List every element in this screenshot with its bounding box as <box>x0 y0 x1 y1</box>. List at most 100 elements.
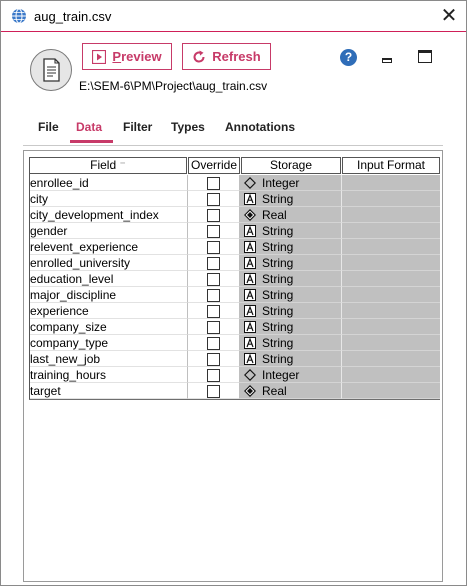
input-format-cell[interactable] <box>341 351 440 367</box>
override-cell <box>187 383 240 399</box>
override-checkbox[interactable] <box>207 241 220 254</box>
storage-cell[interactable]: String <box>240 223 341 239</box>
storage-cell[interactable]: String <box>240 239 341 255</box>
table-row[interactable]: target Real <box>29 383 440 399</box>
close-icon[interactable]: ✕ <box>437 4 461 28</box>
field-name-cell: relevent_experience <box>29 239 187 255</box>
input-format-cell[interactable] <box>341 255 440 271</box>
column-header-field[interactable]: Field ⁻ <box>29 157 187 174</box>
override-checkbox[interactable] <box>207 337 220 350</box>
storage-cell[interactable]: Real <box>240 383 341 399</box>
storage-cell[interactable]: String <box>240 271 341 287</box>
storage-type-label: String <box>262 320 294 334</box>
app-globe-icon <box>12 8 26 24</box>
column-header-storage[interactable]: Storage <box>241 157 341 174</box>
override-checkbox[interactable] <box>207 209 220 222</box>
table-bottom-border <box>29 399 440 400</box>
field-name-cell: city <box>29 191 187 207</box>
override-cell <box>187 271 240 287</box>
storage-cell[interactable]: String <box>240 287 341 303</box>
tab-filter[interactable]: Filter <box>123 119 152 143</box>
table-row[interactable]: training_hours Integer <box>29 367 440 383</box>
table-row[interactable]: experience String <box>29 303 440 319</box>
table-row[interactable]: education_level String <box>29 271 440 287</box>
override-checkbox[interactable] <box>207 225 220 238</box>
tab-file[interactable]: File <box>38 119 59 143</box>
override-checkbox[interactable] <box>207 177 220 190</box>
override-checkbox[interactable] <box>207 193 220 206</box>
integer-icon <box>244 177 256 189</box>
override-checkbox[interactable] <box>207 257 220 270</box>
field-name-cell: enrolled_university <box>29 255 187 271</box>
input-format-cell[interactable] <box>341 303 440 319</box>
minimize-icon[interactable] <box>382 58 392 63</box>
override-checkbox[interactable] <box>207 273 220 286</box>
integer-icon <box>244 369 256 381</box>
override-checkbox[interactable] <box>207 305 220 318</box>
input-format-cell[interactable] <box>341 287 440 303</box>
refresh-button[interactable]: Refresh <box>182 43 271 70</box>
table-row[interactable]: major_discipline String <box>29 287 440 303</box>
override-checkbox[interactable] <box>207 385 220 398</box>
tab-data[interactable]: Data <box>70 119 113 143</box>
field-name-cell: target <box>29 383 187 399</box>
input-format-cell[interactable] <box>341 175 440 191</box>
table-row[interactable]: company_type String <box>29 335 440 351</box>
field-name-cell: city_development_index <box>29 207 187 223</box>
override-checkbox[interactable] <box>207 369 220 382</box>
override-cell <box>187 319 240 335</box>
input-format-cell[interactable] <box>341 367 440 383</box>
table-row[interactable]: enrolled_university String <box>29 255 440 271</box>
input-format-cell[interactable] <box>341 223 440 239</box>
table-row[interactable]: city String <box>29 191 440 207</box>
string-icon <box>244 225 256 237</box>
column-header-override[interactable]: Override <box>188 157 240 174</box>
storage-type-label: Integer <box>262 368 300 382</box>
input-format-cell[interactable] <box>341 239 440 255</box>
override-checkbox[interactable] <box>207 353 220 366</box>
input-format-cell[interactable] <box>341 191 440 207</box>
storage-type-label: Integer <box>262 176 300 190</box>
maximize-icon[interactable] <box>418 50 432 63</box>
field-name-cell: training_hours <box>29 367 187 383</box>
storage-cell[interactable]: String <box>240 351 341 367</box>
override-checkbox[interactable] <box>207 321 220 334</box>
table-row[interactable]: gender String <box>29 223 440 239</box>
tab-annotations[interactable]: Annotations <box>225 119 295 143</box>
table-row[interactable]: city_development_index Real <box>29 207 440 223</box>
preview-button[interactable]: Preview <box>82 43 172 70</box>
storage-type-label: String <box>262 336 294 350</box>
storage-cell[interactable]: Integer <box>240 367 341 383</box>
storage-type-label: String <box>262 256 294 270</box>
table-row[interactable]: enrollee_id Integer <box>29 175 440 191</box>
override-cell <box>187 239 240 255</box>
override-checkbox[interactable] <box>207 289 220 302</box>
tab-types[interactable]: Types <box>171 119 205 143</box>
refresh-label: Refresh <box>212 49 261 64</box>
storage-cell[interactable]: String <box>240 319 341 335</box>
input-format-cell[interactable] <box>341 319 440 335</box>
table-row[interactable]: relevent_experience String <box>29 239 440 255</box>
table-row[interactable]: last_new_job String <box>29 351 440 367</box>
override-cell <box>187 351 240 367</box>
string-icon <box>244 337 256 349</box>
storage-cell[interactable]: Integer <box>240 175 341 191</box>
override-cell <box>187 175 240 191</box>
storage-cell[interactable]: String <box>240 303 341 319</box>
override-cell <box>187 335 240 351</box>
help-icon[interactable]: ? <box>340 49 357 66</box>
storage-cell[interactable]: String <box>240 255 341 271</box>
input-format-cell[interactable] <box>341 207 440 223</box>
storage-cell[interactable]: String <box>240 335 341 351</box>
window-title: aug_train.csv <box>34 9 112 24</box>
title-bar[interactable]: aug_train.csv ✕ <box>1 1 466 32</box>
input-format-cell[interactable] <box>341 335 440 351</box>
table-row[interactable]: company_size String <box>29 319 440 335</box>
storage-cell[interactable]: String <box>240 191 341 207</box>
input-format-cell[interactable] <box>341 271 440 287</box>
storage-cell[interactable]: Real <box>240 207 341 223</box>
column-header-input-format[interactable]: Input Format <box>342 157 440 174</box>
input-format-cell[interactable] <box>341 383 440 399</box>
string-icon <box>244 257 256 269</box>
tab-divider <box>23 145 443 146</box>
